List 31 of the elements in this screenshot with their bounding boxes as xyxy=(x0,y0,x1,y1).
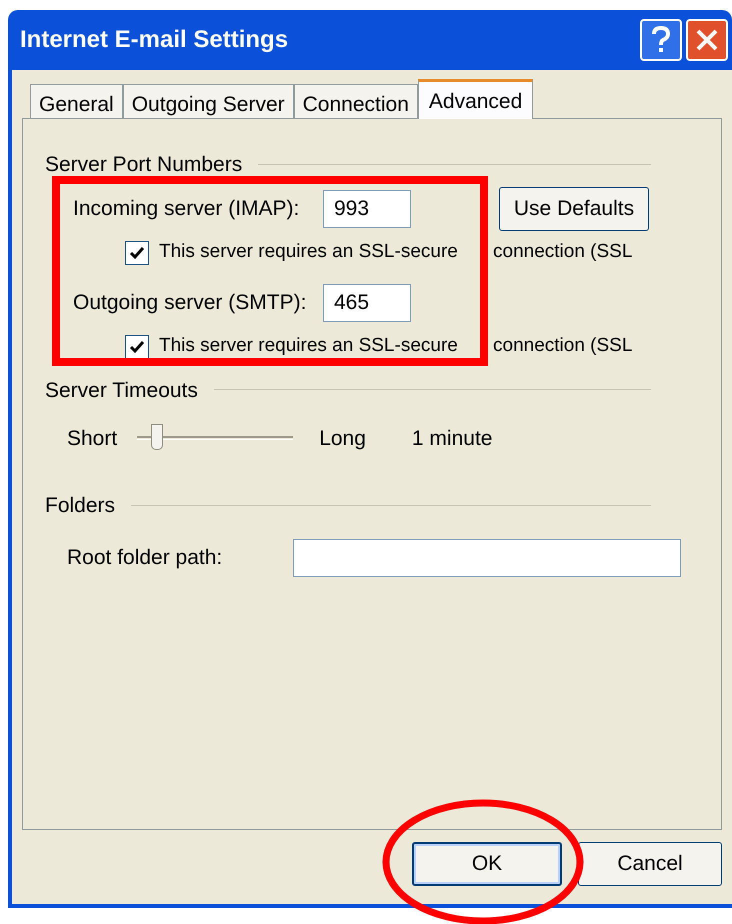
close-icon[interactable] xyxy=(686,19,728,61)
field-label: Outgoing server (SMTP): xyxy=(73,290,308,316)
help-icon[interactable] xyxy=(640,19,682,61)
dialog-button[interactable]: Cancel xyxy=(578,842,722,886)
checkmark-icon xyxy=(129,244,145,260)
dialog-button[interactable]: OK xyxy=(412,842,562,886)
tab[interactable]: General xyxy=(30,84,123,118)
group-title: Folders xyxy=(45,493,116,519)
checkbox-label: connection (SSL xyxy=(493,240,632,264)
tab[interactable]: Outgoing Server xyxy=(122,84,294,118)
checkbox[interactable] xyxy=(125,334,149,358)
field-label: Root folder path: xyxy=(67,544,224,571)
checkbox-label: connection (SSL xyxy=(493,334,632,358)
port-field[interactable]: 993 xyxy=(323,190,411,228)
port-field[interactable]: 465 xyxy=(323,284,411,322)
slider-thumb[interactable] xyxy=(151,424,164,450)
root-folder-field[interactable] xyxy=(293,538,681,576)
use-defaults-button[interactable]: Use Defaults xyxy=(499,186,649,230)
slider-max-label: Long xyxy=(319,426,366,452)
window-title: Internet E-mail Settings xyxy=(20,25,288,55)
checkmark-icon xyxy=(129,338,145,354)
tab[interactable]: Advanced xyxy=(418,79,534,119)
tab[interactable]: Connection xyxy=(294,84,418,118)
checkbox-label: This server requires an SSL-secure xyxy=(159,241,458,262)
group-title: Server Port Numbers xyxy=(45,152,242,178)
checkbox[interactable] xyxy=(125,240,149,264)
timeout-value: 1 minute xyxy=(412,426,492,452)
group-title: Server Timeouts xyxy=(45,378,198,404)
checkbox-label: This server requires an SSL-secure xyxy=(159,335,458,356)
slider-min-label: Short xyxy=(67,426,118,452)
field-label: Incoming server (IMAP): xyxy=(73,196,300,222)
